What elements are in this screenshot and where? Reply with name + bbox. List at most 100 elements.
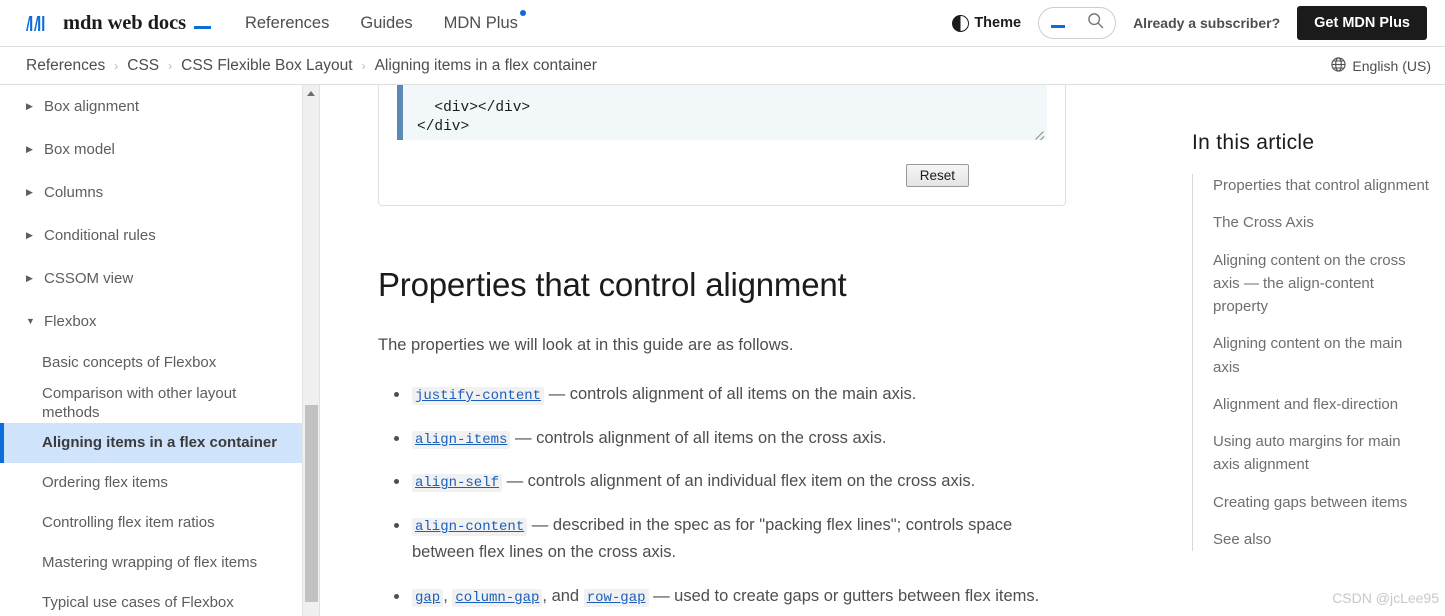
toc-item-the-cross-axis[interactable]: The Cross Axis [1213, 211, 1431, 234]
breadcrumb-bar: References › CSS › CSS Flexible Box Layo… [0, 47, 1445, 85]
theme-toggle-label: Theme [974, 15, 1022, 31]
toc-item-creating-gaps-between-items[interactable]: Creating gaps between items [1213, 491, 1431, 514]
code-line-clipped: <div class="box"> [417, 85, 565, 87]
nav-link-mdn-plus[interactable]: MDN Plus [443, 9, 526, 33]
chevron-right-icon: ▶ [26, 230, 33, 240]
breadcrumb-item-flexible-box-layout[interactable]: CSS Flexible Box Layout [181, 57, 352, 75]
sidebar-scrollbar[interactable] [302, 85, 319, 616]
chevron-right-icon: ▶ [26, 273, 33, 283]
list-item: gap, column-gap, and row-gap — used to c… [394, 583, 1066, 610]
chevron-down-icon: ▼ [26, 316, 35, 326]
code-editor-textarea[interactable]: <div class="box"> <div></div> </div> [397, 85, 1047, 140]
header-actions: Theme Already a subscriber? Get MDN Plus [952, 6, 1427, 40]
language-selector-label: English (US) [1352, 57, 1431, 74]
chevron-right-icon: ▶ [26, 144, 33, 154]
section-lead-paragraph: The properties we will look at in this g… [378, 335, 794, 354]
sidebar-item-comparison-with-other-layout-methods[interactable]: Comparison with other layout methods [0, 383, 302, 423]
breadcrumb-item-current: Aligning items in a flex container [374, 56, 597, 74]
breadcrumb-separator: › [361, 58, 366, 73]
code-link-align-self[interactable]: align-self [412, 474, 503, 493]
code-line-2: <div></div> [417, 100, 531, 116]
list-item: align-self — controls alignment of an in… [394, 468, 1066, 495]
reset-button[interactable]: Reset [905, 164, 969, 187]
get-mdn-plus-button[interactable]: Get MDN Plus [1297, 6, 1427, 40]
sidebar-group-columns[interactable]: ▶ Columns [0, 171, 302, 214]
scrollbar-up-button[interactable] [303, 85, 319, 102]
half-circle-contrast-icon [952, 14, 970, 32]
toc-list: Properties that control alignment The Cr… [1192, 174, 1431, 551]
already-subscriber-link[interactable]: Already a subscriber? [1133, 15, 1280, 31]
nav-link-mdn-plus-label: MDN Plus [443, 13, 518, 32]
sidebar-group-box-model[interactable]: ▶ Box model [0, 128, 302, 171]
search-icon [1087, 12, 1104, 34]
theme-toggle-button[interactable]: Theme [952, 14, 1022, 32]
list-item-separator: , and [542, 586, 584, 605]
sidebar-item-typical-use-cases-of-flexbox[interactable]: Typical use cases of Flexbox [0, 583, 302, 616]
toc-item-aligning-content-on-the-cross-axis[interactable]: Aligning content on the cross axis — the… [1213, 249, 1431, 319]
mdn-logo-mark-icon [24, 15, 56, 32]
code-link-align-content[interactable]: align-content [412, 518, 528, 537]
sidebar-group-box-alignment[interactable]: ▶ Box alignment [0, 85, 302, 128]
list-item-text: — controls alignment of all items on the… [510, 428, 887, 447]
sidebar-group-cssom-view[interactable]: ▶ CSSOM view [0, 257, 302, 300]
code-link-justify-content[interactable]: justify-content [412, 386, 545, 405]
breadcrumb-item-css[interactable]: CSS [127, 57, 159, 75]
list-item: align-items — controls alignment of all … [394, 425, 1066, 452]
sidebar-group-label: Box alignment [44, 97, 140, 115]
sidebar: ▶ Box alignment ▶ Box model ▶ Columns ▶ … [0, 85, 320, 616]
nav-link-references[interactable]: References [245, 14, 329, 33]
scrollbar-thumb[interactable] [305, 405, 318, 602]
code-link-column-gap[interactable]: column-gap [452, 588, 543, 607]
language-selector[interactable]: English (US) [1331, 56, 1431, 75]
properties-list: justify-content — controls alignment of … [378, 381, 1066, 609]
code-link-gap[interactable]: gap [412, 588, 444, 607]
article-body: <div class="box"> <div></div> </div> Res… [320, 85, 1110, 609]
breadcrumb-separator: › [114, 58, 119, 73]
search-caret [1051, 25, 1066, 28]
interactive-example-card: <div class="box"> <div></div> </div> Res… [378, 85, 1066, 206]
globe-icon [1331, 56, 1347, 75]
primary-nav: References Guides MDN Plus [245, 9, 526, 33]
new-badge-dot-icon [519, 9, 526, 16]
toc-item-aligning-content-on-the-main-axis[interactable]: Aligning content on the main axis [1213, 332, 1431, 379]
chevron-up-icon [307, 91, 315, 96]
mdn-logo-link[interactable]: mdn web docs [24, 12, 211, 35]
list-item-text: — used to create gaps or gutters between… [648, 586, 1040, 605]
sidebar-item-mastering-wrapping-of-flex-items[interactable]: Mastering wrapping of flex items [0, 543, 302, 583]
code-link-align-items[interactable]: align-items [412, 430, 511, 449]
sidebar-group-flexbox[interactable]: ▼ Flexbox [0, 300, 302, 343]
list-item: justify-content — controls alignment of … [394, 381, 1066, 408]
textarea-resize-handle[interactable] [1033, 127, 1045, 139]
chevron-right-icon: ▶ [26, 187, 33, 197]
breadcrumb-item-references[interactable]: References [26, 57, 105, 75]
page-body: ▶ Box alignment ▶ Box model ▶ Columns ▶ … [0, 85, 1445, 616]
search-input[interactable] [1038, 7, 1117, 39]
watermark: CSDN @jcLee95 [1332, 590, 1439, 606]
list-item-text: — controls alignment of all items on the… [544, 384, 917, 403]
nav-link-guides[interactable]: Guides [360, 14, 412, 33]
main-content: <div class="box"> <div></div> </div> Res… [320, 85, 1180, 616]
sidebar-item-basic-concepts-of-flexbox[interactable]: Basic concepts of Flexbox [0, 343, 302, 383]
sidebar-group-label: Conditional rules [44, 226, 156, 244]
sidebar-scroll-region: ▶ Box alignment ▶ Box model ▶ Columns ▶ … [0, 85, 302, 616]
sidebar-group-label: Columns [44, 183, 104, 201]
breadcrumb-separator: › [168, 58, 173, 73]
code-link-row-gap[interactable]: row-gap [583, 588, 649, 607]
toc-item-using-auto-margins[interactable]: Using auto margins for main axis alignme… [1213, 430, 1431, 477]
sidebar-item-ordering-flex-items[interactable]: Ordering flex items [0, 463, 302, 503]
toc-item-properties-that-control-alignment[interactable]: Properties that control alignment [1213, 174, 1431, 197]
toc-item-see-also[interactable]: See also [1213, 528, 1431, 551]
section-heading: Properties that control alignment [378, 266, 847, 303]
sidebar-item-controlling-flex-item-ratios[interactable]: Controlling flex item ratios [0, 503, 302, 543]
sidebar-group-label: Box model [44, 140, 115, 158]
example-actions: Reset [397, 164, 969, 187]
table-of-contents: In this article Properties that control … [1180, 85, 1445, 616]
mdn-logo-text: mdn web docs [63, 11, 186, 34]
sidebar-group-conditional-rules[interactable]: ▶ Conditional rules [0, 214, 302, 257]
list-item-text: — controls alignment of an individual fl… [502, 472, 976, 491]
sidebar-item-aligning-items-in-a-flex-container[interactable]: Aligning items in a flex container [0, 423, 302, 463]
toc-item-alignment-and-flex-direction[interactable]: Alignment and flex-direction [1213, 393, 1431, 416]
sidebar-group-label: CSSOM view [44, 269, 134, 287]
code-line-3: </div> [417, 119, 470, 135]
logo-underscore [193, 25, 211, 29]
